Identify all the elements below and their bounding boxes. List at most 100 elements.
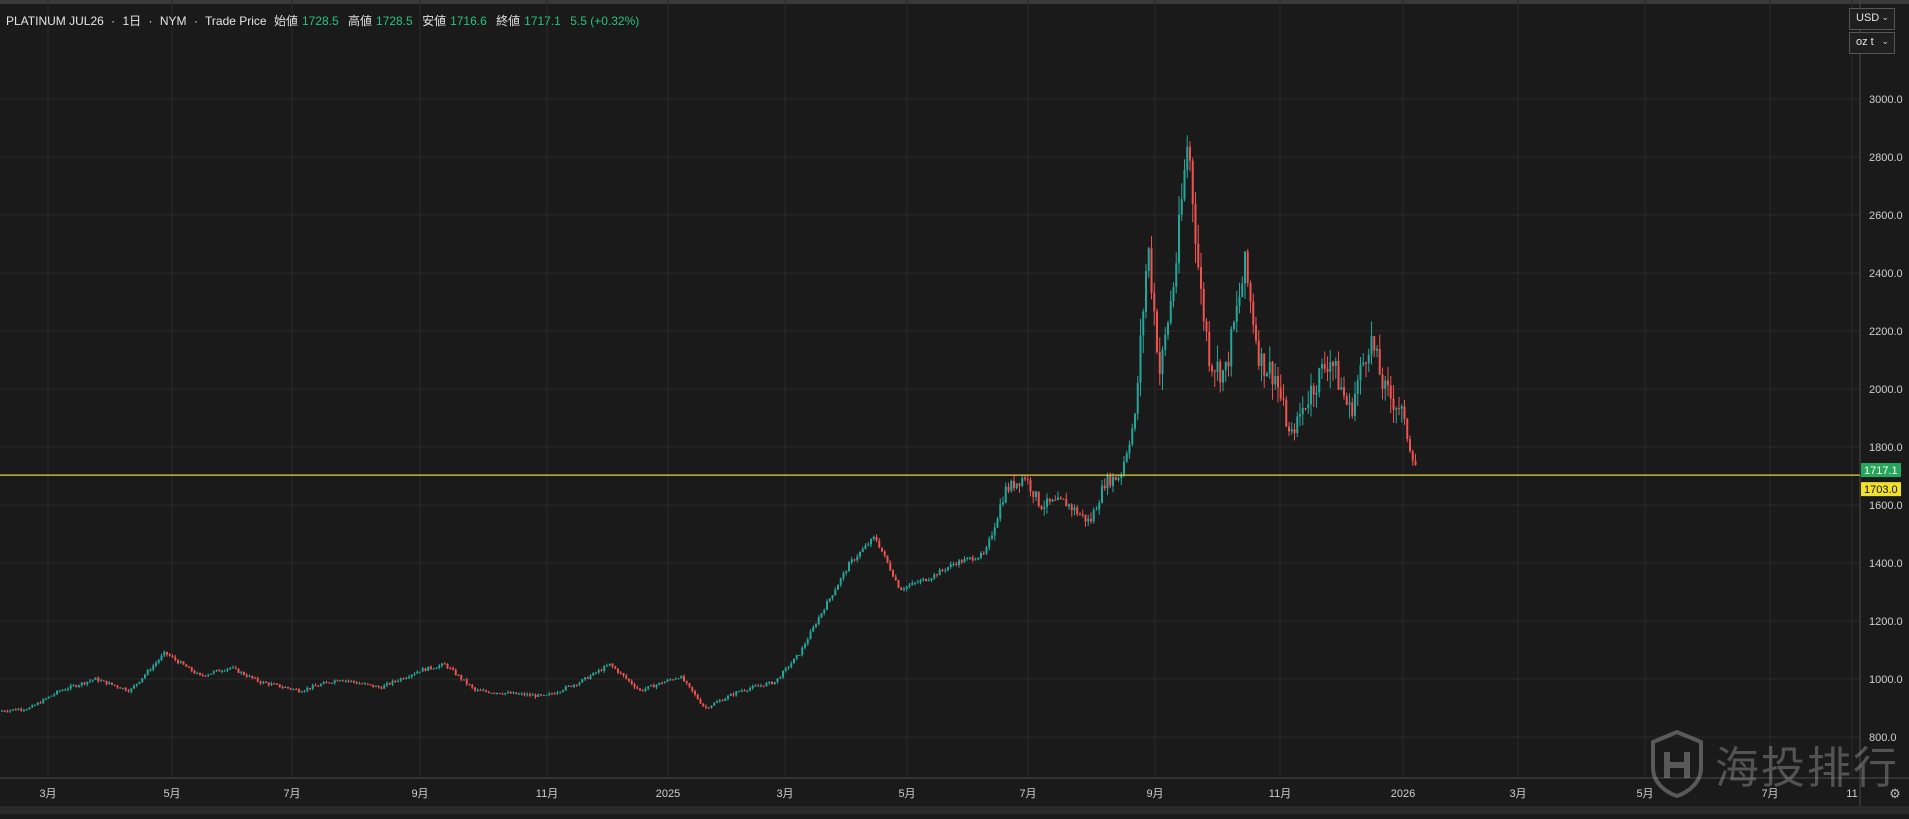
candle-body bbox=[1197, 243, 1200, 268]
candle-body bbox=[1109, 475, 1112, 486]
candle-body bbox=[617, 668, 619, 673]
candle-body bbox=[471, 684, 474, 688]
candle-body bbox=[1158, 352, 1161, 374]
candle-body bbox=[157, 659, 160, 663]
chevron-down-icon: ⌄ bbox=[1881, 12, 1889, 22]
candle-body bbox=[1381, 374, 1384, 389]
candle-body bbox=[53, 694, 56, 696]
candle-body bbox=[1054, 499, 1057, 501]
price-chart[interactable]: 800.0 1000.0 1200.0 1400.0 1600.0 1800.0 2000.… bbox=[0, 0, 1909, 814]
candle-body bbox=[1092, 510, 1095, 522]
candle-body bbox=[993, 527, 996, 536]
candle-body bbox=[927, 580, 930, 582]
candle-body bbox=[727, 695, 729, 699]
candle-body bbox=[944, 570, 947, 572]
candle-body bbox=[771, 681, 773, 685]
candle-body bbox=[1222, 370, 1224, 383]
currency-selector[interactable]: USD ⌄ bbox=[1849, 8, 1895, 30]
symbol-header: PLATINUM JUL26 · 1日 · NYM · Trade Price … bbox=[6, 12, 643, 29]
candle-body bbox=[80, 682, 83, 686]
candle-body bbox=[141, 678, 144, 682]
candle-body bbox=[457, 675, 460, 677]
candle-body bbox=[1032, 491, 1035, 497]
axis-settings-icon[interactable]: ⚙ bbox=[1887, 786, 1903, 802]
candle-body bbox=[856, 556, 859, 561]
candle-body bbox=[746, 690, 749, 692]
candle-body bbox=[751, 685, 754, 689]
candle-body bbox=[468, 684, 471, 686]
candle-body bbox=[982, 553, 985, 555]
candle-body bbox=[1169, 301, 1172, 323]
candle-body bbox=[1004, 486, 1007, 503]
candle-body bbox=[584, 677, 586, 680]
candle-body bbox=[630, 680, 633, 685]
candle-body bbox=[36, 702, 39, 705]
candle-body bbox=[182, 661, 185, 665]
candle-body bbox=[465, 679, 468, 685]
candle-body bbox=[562, 690, 564, 692]
candle-body bbox=[996, 518, 999, 528]
candle-body bbox=[122, 687, 124, 689]
candle-body bbox=[903, 588, 905, 591]
candle-body bbox=[237, 668, 240, 673]
candle-body bbox=[408, 676, 410, 678]
candle-body bbox=[353, 680, 355, 683]
candle-body bbox=[86, 681, 89, 685]
candle-body bbox=[628, 678, 630, 681]
candle-body bbox=[1398, 408, 1400, 410]
candle-body bbox=[446, 663, 449, 669]
candle-body bbox=[94, 677, 97, 680]
candle-body bbox=[1362, 362, 1365, 365]
candle-body bbox=[889, 562, 892, 571]
candle-body bbox=[127, 690, 130, 692]
candle-body bbox=[567, 685, 570, 687]
candle-body bbox=[834, 589, 837, 596]
candle-body bbox=[1202, 288, 1205, 322]
candle-body bbox=[501, 693, 504, 695]
candle-body bbox=[75, 685, 78, 687]
candle-body bbox=[1329, 362, 1332, 372]
candle-body bbox=[1411, 451, 1414, 461]
candle-body bbox=[914, 582, 916, 584]
candle-body bbox=[1183, 169, 1186, 200]
candle-body bbox=[908, 585, 911, 587]
candle-body bbox=[677, 678, 680, 680]
candle-body bbox=[1400, 406, 1403, 409]
candle-body bbox=[1376, 348, 1378, 351]
candle-body bbox=[322, 682, 325, 685]
candle-body bbox=[754, 685, 757, 687]
bottom-scroll-strip[interactable] bbox=[0, 806, 1909, 814]
candle-body bbox=[647, 686, 650, 689]
chart-canvas[interactable]: 800.01000.01200.01400.01600.01800.02000.… bbox=[0, 0, 1909, 814]
candle-body bbox=[1235, 305, 1238, 323]
candle-body bbox=[1268, 361, 1271, 374]
unit-selector[interactable]: oz t ⌄ bbox=[1849, 32, 1895, 54]
candle-body bbox=[174, 656, 177, 660]
candle-body bbox=[243, 672, 245, 675]
candle-body bbox=[1147, 248, 1150, 272]
candle-body bbox=[364, 683, 366, 685]
candle-body bbox=[1172, 286, 1175, 302]
candle-body bbox=[1373, 336, 1376, 351]
candle-body bbox=[1365, 362, 1367, 364]
candle-body bbox=[776, 678, 779, 682]
candle-body bbox=[119, 687, 122, 689]
candle-body bbox=[1290, 429, 1293, 432]
candle-body bbox=[416, 671, 419, 674]
candle-body bbox=[718, 700, 721, 702]
candle-body bbox=[1279, 387, 1282, 399]
high-value: 1728.5 bbox=[376, 14, 413, 28]
candle-body bbox=[1326, 368, 1329, 372]
candle-body bbox=[1015, 483, 1018, 489]
candle-body bbox=[705, 706, 707, 708]
candle-body bbox=[232, 667, 234, 669]
y-tick-label: 1800.0 bbox=[1869, 442, 1903, 454]
candle-body bbox=[1068, 504, 1070, 507]
candle-body bbox=[221, 671, 223, 673]
candle-body bbox=[534, 694, 537, 697]
candle-body bbox=[1351, 402, 1354, 416]
candle-body bbox=[515, 692, 518, 695]
candle-body bbox=[529, 694, 531, 696]
candle-body bbox=[713, 702, 716, 706]
candle-body bbox=[696, 694, 699, 700]
